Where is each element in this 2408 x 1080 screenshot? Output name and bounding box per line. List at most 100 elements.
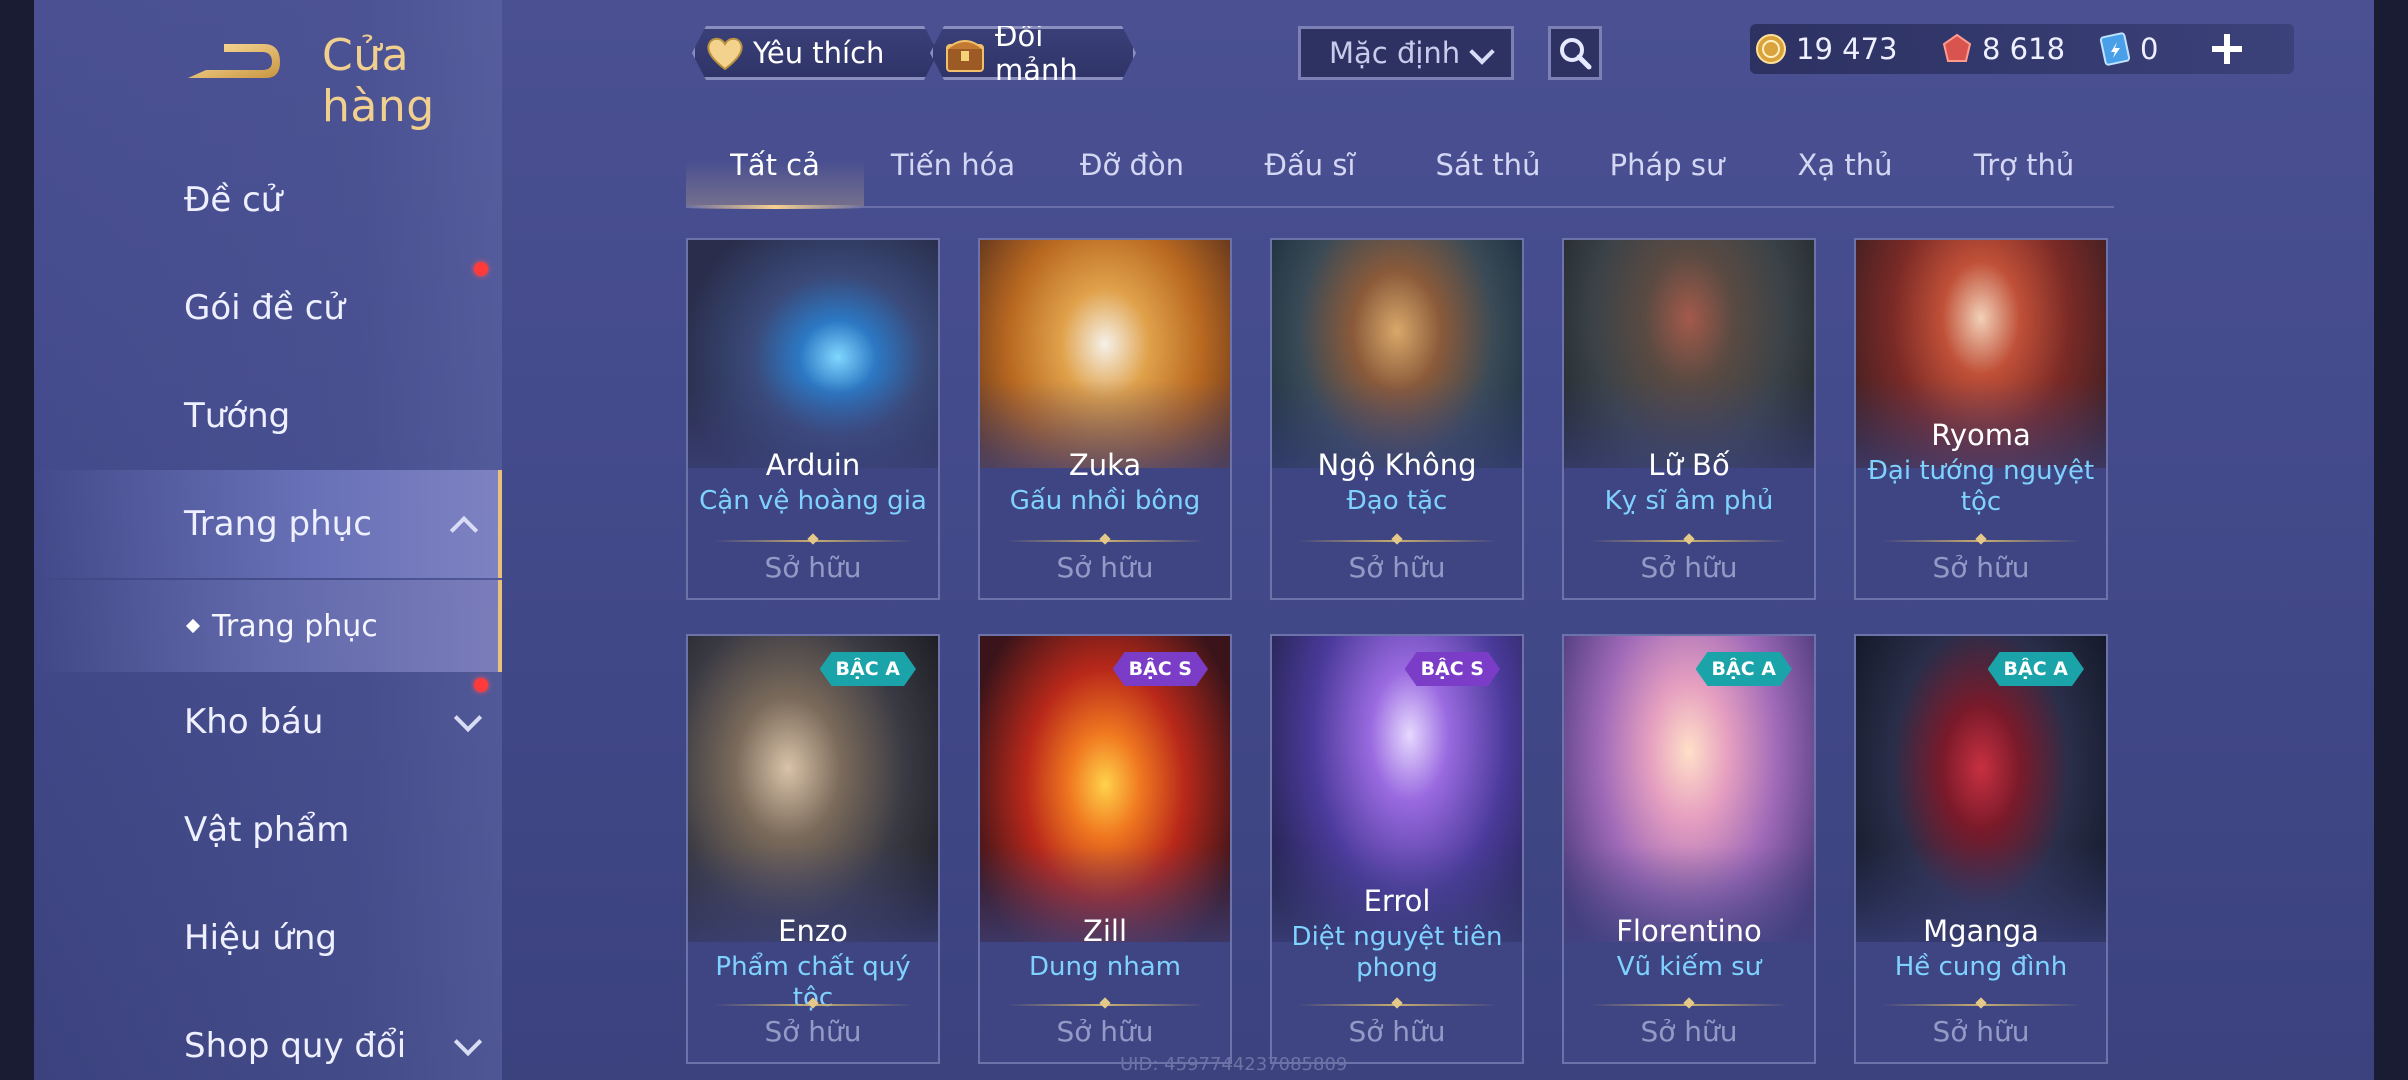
sidebar-item-effects[interactable]: Hiệu ứng (34, 886, 502, 990)
hero-name: Zuka (1068, 448, 1142, 482)
skin-card[interactable]: BẬC A Enzo Phẩm chất quý tộc Sở hữu (686, 634, 940, 1064)
tab-all[interactable]: Tất cả (686, 140, 864, 209)
tab-label: Sát thủ (1435, 148, 1541, 182)
sidebar-item-recommended[interactable]: Đề cử (34, 148, 502, 252)
sort-select[interactable]: Mặc định (1298, 26, 1514, 80)
tier-badge: BẬC S (1113, 652, 1208, 686)
voucher-value: 0 (2140, 32, 2159, 66)
skin-name: Dung nham (1029, 952, 1181, 982)
card-divider (1006, 1004, 1204, 1006)
sidebar-item-exchange-shop[interactable]: Shop quy đổi (34, 994, 502, 1080)
chevron-down-icon (1469, 39, 1495, 65)
ruby-value: 8 618 (1982, 32, 2066, 66)
tier-badge: BẬC S (1405, 652, 1500, 686)
card-divider (1590, 540, 1788, 542)
skin-card[interactable]: Ryoma Đại tướng nguyệt tộc Sở hữu (1854, 238, 2108, 600)
sidebar-item-label: Shop quy đổi (184, 1026, 407, 1066)
search-icon (1560, 38, 1592, 70)
tab-label: Xạ thủ (1797, 148, 1893, 182)
chest-icon (943, 31, 987, 75)
sidebar-item-label: Vật phẩm (184, 810, 350, 850)
tab-tank[interactable]: Đỡ đòn (1043, 140, 1221, 206)
tab-support[interactable]: Trợ thủ (1935, 140, 2113, 206)
card-divider (1298, 540, 1496, 542)
card-divider (714, 540, 912, 542)
skin-name: Diệt nguyệt tiên phong (1291, 922, 1503, 983)
skin-card[interactable]: BẬC A Mganga Hề cung đình Sở hữu (1854, 634, 2108, 1064)
tier-badge: BẬC A (820, 652, 916, 686)
gold-coin-icon (1754, 32, 1788, 66)
skin-card[interactable]: BẬC S Zill Dung nham Sở hữu (978, 634, 1232, 1064)
owned-status: Sở hữu (1932, 1015, 2030, 1048)
tab-label: Tiến hóa (890, 148, 1016, 182)
tier-badge: BẬC A (1988, 652, 2084, 686)
tab-assassin[interactable]: Sát thủ (1399, 140, 1577, 206)
back-arrow-icon (188, 44, 280, 78)
sidebar-subitem-skins[interactable]: Trang phục (34, 580, 502, 672)
owned-status: Sở hữu (1348, 1015, 1446, 1048)
sidebar-item-treasure[interactable]: Kho báu (34, 670, 502, 774)
owned-status: Sở hữu (1056, 551, 1154, 584)
tab-marksman[interactable]: Xạ thủ (1756, 140, 1934, 206)
voucher-balance: 0 (2098, 24, 2158, 74)
skin-card[interactable]: BẬC A Florentino Vũ kiếm sư Sở hữu (1562, 634, 1816, 1064)
tier-badge: BẬC A (1696, 652, 1792, 686)
tab-mage[interactable]: Pháp sư (1578, 140, 1756, 206)
hero-name: Errol (1363, 884, 1431, 918)
sidebar-subitem-label: Trang phục (212, 608, 378, 644)
skin-card[interactable]: BẬC S Errol Diệt nguyệt tiên phong Sở hữ… (1270, 634, 1524, 1064)
shard-exchange-label: Đổi mảnh (995, 19, 1078, 87)
hero-name: Ngộ Không (1317, 448, 1477, 482)
owned-status: Sở hữu (764, 551, 862, 584)
shard-exchange-button[interactable]: Đổi mảnh (930, 26, 1136, 80)
owned-status: Sở hữu (1640, 1015, 1738, 1048)
ruby-balance: 8 618 (1940, 24, 2065, 74)
skin-card[interactable]: Ngộ Không Đạo tặc Sở hữu (1270, 238, 1524, 600)
tab-label: Đỡ đòn (1080, 148, 1184, 182)
add-currency-button[interactable] (2204, 26, 2250, 72)
tab-label: Tất cả (730, 148, 820, 182)
skin-card[interactable]: Arduin Cận vệ hoàng gia Sở hữu (686, 238, 940, 600)
sidebar-item-label: Tướng (184, 396, 291, 436)
chevron-up-icon (449, 515, 479, 545)
page-title: Cửa hàng (322, 30, 435, 132)
category-tabs: Tất cả Tiến hóa Đỡ đòn Đấu sĩ Sát thủ Ph… (686, 140, 2114, 209)
diamond-bullet-icon (185, 618, 201, 634)
sidebar-item-items[interactable]: Vật phẩm (34, 778, 502, 882)
card-divider (1298, 1004, 1496, 1006)
sidebar-item-label: Kho báu (184, 702, 324, 742)
skin-name: Hề cung đình (1894, 952, 2068, 982)
back-button[interactable] (184, 30, 284, 90)
owned-status: Sở hữu (1932, 551, 2030, 584)
gold-balance: 19 473 (1754, 24, 1897, 74)
hero-name: Ryoma (1931, 418, 2031, 452)
sidebar-item-label: Đề cử (184, 180, 283, 220)
favorites-label: Yêu thích (753, 36, 885, 70)
sidebar-item-heroes[interactable]: Tướng (34, 364, 502, 468)
skin-name: Gấu nhồi bông (1009, 486, 1201, 516)
sidebar-item-recommended-packs[interactable]: Gói đề cử (34, 256, 502, 360)
skin-card[interactable]: Zuka Gấu nhồi bông Sở hữu (978, 238, 1232, 600)
skin-name: Kỵ sĩ âm phủ (1604, 486, 1774, 516)
owned-status: Sở hữu (1056, 1015, 1154, 1048)
skin-name: Đại tướng nguyệt tộc (1867, 456, 2095, 517)
tab-label: Đấu sĩ (1264, 148, 1356, 182)
card-divider (714, 1004, 912, 1006)
skin-card[interactable]: Lữ Bố Kỵ sĩ âm phủ Sở hữu (1562, 238, 1816, 600)
favorites-button[interactable]: Yêu thích (692, 26, 938, 80)
chevron-down-icon (453, 1027, 483, 1057)
sidebar-item-skins[interactable]: Trang phục (34, 470, 502, 578)
shop-screen: Cửa hàng Đề cử Gói đề cử Tướng Trang phụ… (34, 0, 2374, 1080)
hero-name: Enzo (778, 914, 848, 948)
search-button[interactable] (1548, 26, 1602, 80)
notification-dot (474, 262, 488, 276)
sort-select-value: Mặc định (1329, 36, 1461, 70)
sidebar: Cửa hàng Đề cử Gói đề cử Tướng Trang phụ… (34, 0, 502, 1080)
hero-name: Lữ Bố (1648, 448, 1730, 482)
chevron-down-icon (453, 703, 483, 733)
card-divider (1590, 1004, 1788, 1006)
tab-fighter[interactable]: Đấu sĩ (1221, 140, 1399, 206)
tab-evolution[interactable]: Tiến hóa (864, 140, 1042, 206)
card-divider (1882, 1004, 2080, 1006)
hero-name: Arduin (765, 448, 861, 482)
